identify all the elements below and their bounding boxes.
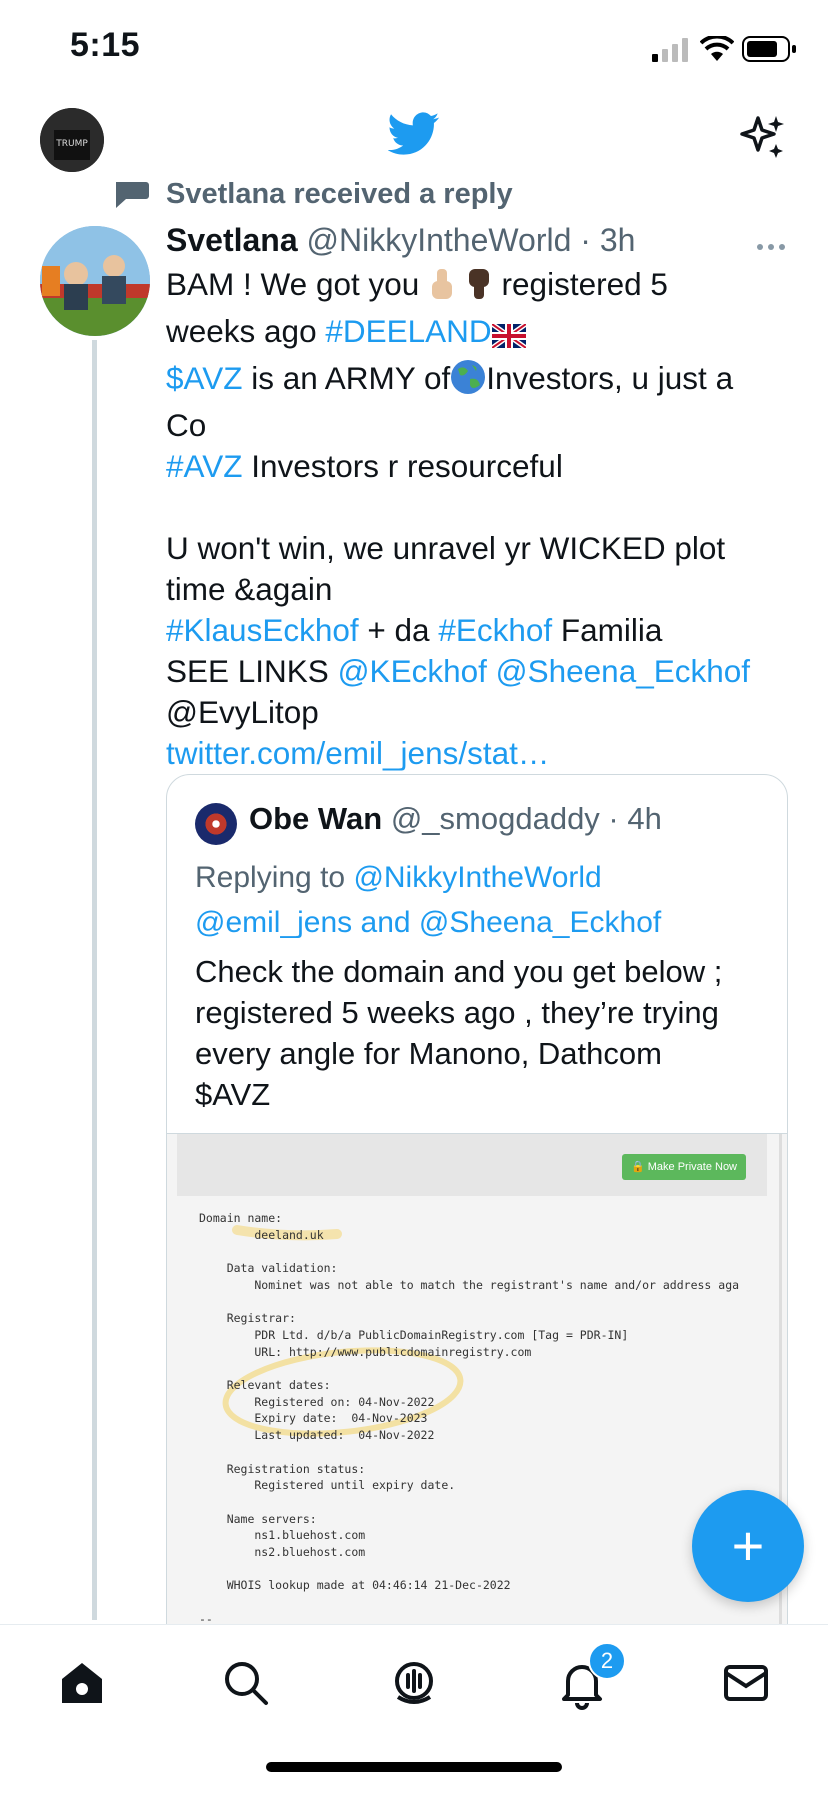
- hashtag-link[interactable]: #AVZ: [166, 448, 242, 484]
- tweet-text-segment: weeks ago: [166, 313, 326, 349]
- home-icon[interactable]: [52, 1653, 112, 1713]
- quote-time: 4h: [627, 801, 662, 836]
- home-indicator[interactable]: [266, 1762, 562, 1772]
- uk-flag-icon: [490, 317, 528, 358]
- thread-line: [92, 340, 97, 1620]
- hashtag-link[interactable]: #DEELAND: [325, 313, 491, 349]
- tweet-text: BAM ! We got you registered 5 weeks ago …: [166, 264, 806, 774]
- tweet-text-segment: BAM ! We got you: [166, 266, 429, 302]
- hashtag-link[interactable]: #KlausEckhof: [166, 612, 359, 648]
- tweet-text-segment: Co: [166, 407, 207, 443]
- quote-author-avatar: [195, 803, 237, 845]
- tweet-text-segment: + da: [358, 612, 439, 648]
- tweet-text-segment: is an ARMY of: [242, 360, 451, 396]
- cashtag-link[interactable]: $AVZ: [166, 360, 242, 396]
- quote-text-line: Check the domain and you get below ;: [195, 954, 723, 989]
- tweet-time[interactable]: 3h: [600, 222, 636, 258]
- quote-author-line: Obe Wan @_smogdaddy · 4h: [249, 801, 662, 837]
- url-link[interactable]: twitter.com/emil_jens/stat…: [166, 735, 549, 771]
- reply-context-text[interactable]: Svetlana received a reply: [166, 178, 513, 211]
- pointing-down-hand-icon: [428, 267, 456, 311]
- profile-avatar[interactable]: TRUMP: [40, 108, 104, 172]
- quote-author-handle: @_smogdaddy: [390, 801, 600, 836]
- quote-author-name: Obe Wan: [249, 801, 383, 836]
- more-options-icon[interactable]: [756, 238, 786, 256]
- whois-text: Domain name: deeland.uk Data validation:…: [199, 1211, 740, 1626]
- reply-bubble-icon: [112, 180, 150, 215]
- signal-icon: [652, 38, 692, 67]
- time-separator: ·: [599, 801, 628, 836]
- tweet-text-segment: registered 5: [492, 266, 668, 302]
- globe-icon: [450, 359, 486, 405]
- spaces-icon[interactable]: [384, 1653, 444, 1713]
- tweet-text-segment: [487, 653, 496, 689]
- replying-prefix: Replying to: [195, 861, 354, 894]
- tweet-text-segment: Investors r resourceful: [242, 448, 563, 484]
- tweet-author-line: Svetlana @NikkyIntheWorld · 3h: [166, 222, 635, 259]
- plus-icon: +: [731, 1514, 765, 1577]
- twitter-logo-icon[interactable]: [387, 112, 440, 161]
- replying-and: and: [352, 906, 419, 939]
- sparkle-icon[interactable]: [740, 114, 786, 165]
- quote-text-line: every angle for Manono, Dathcom: [195, 1036, 662, 1071]
- wifi-icon: [699, 34, 735, 67]
- svg-text:TRUMP: TRUMP: [55, 139, 88, 149]
- tweet-text-segment: @EvyLitop: [166, 694, 319, 730]
- mention-link[interactable]: @KEckhof: [338, 653, 487, 689]
- author-handle[interactable]: @NikkyIntheWorld: [307, 222, 572, 258]
- compose-tweet-button[interactable]: +: [692, 1490, 804, 1602]
- tweet-text-segment: U won't win, we unravel yr WICKED plot: [166, 530, 726, 566]
- author-name[interactable]: Svetlana: [166, 222, 298, 258]
- mention-link[interactable]: @emil_jens: [195, 906, 352, 939]
- search-icon[interactable]: [216, 1653, 276, 1713]
- battery-icon: [742, 36, 798, 67]
- tweet-text-segment: Familia: [552, 612, 663, 648]
- tweet-text-segment: time &again: [166, 571, 333, 607]
- mention-link[interactable]: @Sheena_Eckhof: [496, 653, 750, 689]
- time-separator: ·: [571, 222, 600, 258]
- quote-text-line: $AVZ: [195, 1077, 271, 1112]
- notifications-badge: 2: [588, 1642, 626, 1680]
- quote-text: Check the domain and you get below ; reg…: [195, 951, 775, 1115]
- mention-link[interactable]: @Sheena_Eckhof: [419, 906, 661, 939]
- replying-to-line: Replying to @NikkyIntheWorld @emil_jens …: [195, 855, 661, 945]
- mention-link[interactable]: @NikkyIntheWorld: [353, 861, 601, 894]
- tweet-text-segment: Investors, u just a: [486, 360, 734, 396]
- tweet-text-segment: SEE LINKS: [166, 653, 338, 689]
- quote-text-line: registered 5 weeks ago , they’re trying: [195, 995, 719, 1030]
- pointing-down-dark-hand-icon: [465, 267, 493, 311]
- author-avatar[interactable]: [40, 226, 150, 336]
- hashtag-link[interactable]: #Eckhof: [438, 612, 552, 648]
- status-time: 5:15: [70, 26, 141, 64]
- messages-icon[interactable]: [716, 1653, 776, 1713]
